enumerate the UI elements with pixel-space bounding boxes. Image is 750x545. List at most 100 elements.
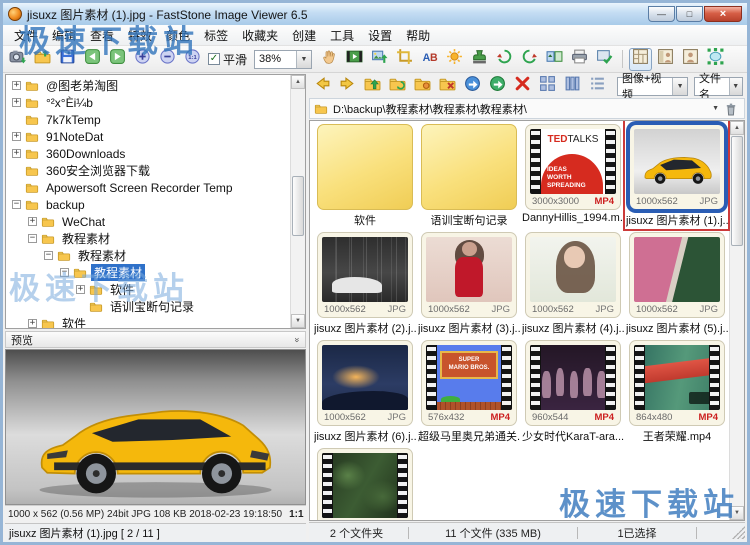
email-image-button[interactable] (368, 48, 391, 71)
save-button[interactable] (56, 48, 79, 71)
menu-item[interactable]: 查看 (83, 25, 121, 46)
thumbnail-cell[interactable]: 640x480MP4 (313, 448, 417, 521)
prev-image-button[interactable] (81, 48, 104, 71)
tree-item[interactable]: +360Downloads (8, 145, 305, 162)
tree-item[interactable]: 7k7kTemp (8, 111, 305, 128)
move-to-button[interactable] (486, 75, 509, 98)
rename-button[interactable]: AB (418, 48, 441, 71)
menu-item[interactable]: 文件 (7, 25, 45, 46)
close-button[interactable]: × (704, 6, 742, 22)
collapse-minus-icon[interactable]: − (28, 234, 37, 243)
refresh-folder-button[interactable] (386, 75, 409, 98)
tree-item[interactable]: +@图老弟淘图 (8, 77, 305, 94)
chevron-down-icon[interactable]: ▼ (672, 78, 687, 95)
expand-plus-icon[interactable]: + (12, 98, 21, 107)
thumbnail-cell[interactable]: 1000x562JPGjisuxz 图片素材 (1).j... (625, 124, 729, 228)
tree-item[interactable]: −教程素材 (8, 230, 305, 247)
tree-scroll-thumb[interactable] (292, 176, 304, 236)
title-bar[interactable]: jisuxz 图片素材 (1).jpg - FastStone Image Vi… (3, 3, 747, 25)
clone-stamp-button[interactable] (468, 48, 491, 71)
settings-button[interactable] (593, 48, 616, 71)
menu-item[interactable]: 收藏夹 (235, 25, 285, 46)
thumbnail-card[interactable]: 1000x562JPG (629, 124, 725, 210)
expand-plus-icon[interactable]: + (76, 285, 85, 294)
thumbnail-cell[interactable]: TEDTALKSIDEASWORTHSPREADING3000x3000MP4D… (521, 124, 625, 228)
sort-select[interactable]: 文件名 ▼ (694, 77, 743, 96)
thumbnail-card[interactable]: 1000x562JPG (421, 232, 517, 318)
expand-plus-icon[interactable]: + (12, 81, 21, 90)
parent-folder-button[interactable] (361, 75, 384, 98)
collapse-chevron-icon[interactable]: » (292, 337, 302, 342)
tree-item[interactable]: +软件 (8, 315, 305, 329)
expand-plus-icon[interactable]: + (12, 149, 21, 158)
folder-thumbnail-cell[interactable]: 语训宝断句记录 (417, 124, 521, 228)
resize-grip[interactable] (732, 526, 745, 539)
menu-item[interactable]: 特效 (121, 25, 159, 46)
scroll-down-icon[interactable]: ▼ (730, 506, 744, 520)
back-button[interactable] (311, 75, 334, 98)
scroll-up-icon[interactable]: ▲ (291, 75, 305, 89)
cut-folder-button[interactable] (436, 75, 459, 98)
collapse-minus-icon[interactable]: − (60, 268, 69, 277)
thumbnail-card[interactable] (421, 124, 517, 210)
print-button[interactable] (568, 48, 591, 71)
file-filter-select[interactable]: 图像+视频 ▼ (617, 77, 688, 96)
compare-button[interactable] (543, 48, 566, 71)
minimize-button[interactable]: — (648, 6, 675, 22)
crop-button[interactable] (393, 48, 416, 71)
thumbnail-cell[interactable]: SUPERMARIO BROS.576x432MP4超级马里奥兄弟通关... (417, 340, 521, 444)
menu-item[interactable]: 编辑 (45, 25, 83, 46)
rotate-left-button[interactable] (493, 48, 516, 71)
slideshow-button[interactable] (343, 48, 366, 71)
thumbnail-cell[interactable]: 864x480MP4王者荣耀.mp4 (625, 340, 729, 444)
chevron-down-icon[interactable]: ▼ (729, 78, 743, 95)
maximize-button[interactable]: □ (676, 6, 703, 22)
thumbnail-cell[interactable]: 1000x562JPGjisuxz 图片素材 (3).j... (417, 232, 521, 336)
actual-size-button[interactable]: 1:1 (181, 48, 204, 71)
layout-image-button[interactable] (679, 48, 702, 71)
thumbnail-cell[interactable]: 1000x562JPGjisuxz 图片素材 (6).j... (313, 340, 417, 444)
delete-button[interactable] (511, 75, 534, 98)
adjust-colors-button[interactable] (443, 48, 466, 71)
thumbnail-card[interactable]: 1000x562JPG (317, 232, 413, 318)
thumbnail-card[interactable]: 960x544MP4 (525, 340, 621, 426)
menu-item[interactable]: 标签 (197, 25, 235, 46)
layout-preview-button[interactable] (654, 48, 677, 71)
menu-item[interactable]: 帮助 (399, 25, 437, 46)
menu-item[interactable]: 颜色 (159, 25, 197, 46)
tree-item[interactable]: −教程素材 (8, 247, 305, 264)
thumbnail-card[interactable]: 1000x562JPG (525, 232, 621, 318)
open-folder-button[interactable] (31, 48, 54, 71)
view-details-button[interactable] (586, 75, 609, 98)
rotate-right-button[interactable] (518, 48, 541, 71)
tree-item[interactable]: Apowersoft Screen Recorder Temp (8, 179, 305, 196)
thumbnail-card[interactable]: TEDTALKSIDEASWORTHSPREADING3000x3000MP4 (525, 124, 621, 210)
zoom-in-button[interactable] (131, 48, 154, 71)
copy-to-button[interactable] (461, 75, 484, 98)
forward-button[interactable] (336, 75, 359, 98)
collapse-minus-icon[interactable]: − (12, 200, 21, 209)
tree-scrollbar[interactable]: ▲ ▼ (290, 75, 305, 328)
scroll-down-icon[interactable]: ▼ (291, 314, 305, 328)
tree-item[interactable]: +°²x°Èi¼b (8, 94, 305, 111)
acquire-camera-button[interactable] (6, 48, 29, 71)
thumbnail-cell[interactable]: 1000x562JPGjisuxz 图片素材 (4).j... (521, 232, 625, 336)
trash-icon[interactable] (723, 101, 741, 117)
expand-plus-icon[interactable]: + (12, 132, 21, 141)
zoom-level-select[interactable]: 38% ▼ (254, 50, 312, 69)
menu-item[interactable]: 设置 (361, 25, 399, 46)
grid-scroll-thumb[interactable] (731, 136, 743, 246)
favorite-folder-button[interactable] (411, 75, 434, 98)
chevron-down-icon[interactable]: ▼ (712, 105, 719, 112)
smooth-checkbox[interactable]: ✓ 平滑 (208, 51, 247, 68)
tree-item[interactable]: 语训宝断句记录 (8, 298, 305, 315)
thumbnail-cell[interactable]: 1000x562JPGjisuxz 图片素材 (5).j... (625, 232, 729, 336)
view-thumbnails-button[interactable] (536, 75, 559, 98)
thumbnail-cell[interactable]: 960x544MP4少女时代KaraT-ara.... (521, 340, 625, 444)
view-list-button[interactable] (561, 75, 584, 98)
menu-item[interactable]: 工具 (323, 25, 361, 46)
thumbnail-card[interactable]: 1000x562JPG (629, 232, 725, 318)
thumbnail-card[interactable]: 864x480MP4 (629, 340, 725, 426)
expand-plus-icon[interactable]: + (28, 319, 37, 328)
next-image-button[interactable] (106, 48, 129, 71)
